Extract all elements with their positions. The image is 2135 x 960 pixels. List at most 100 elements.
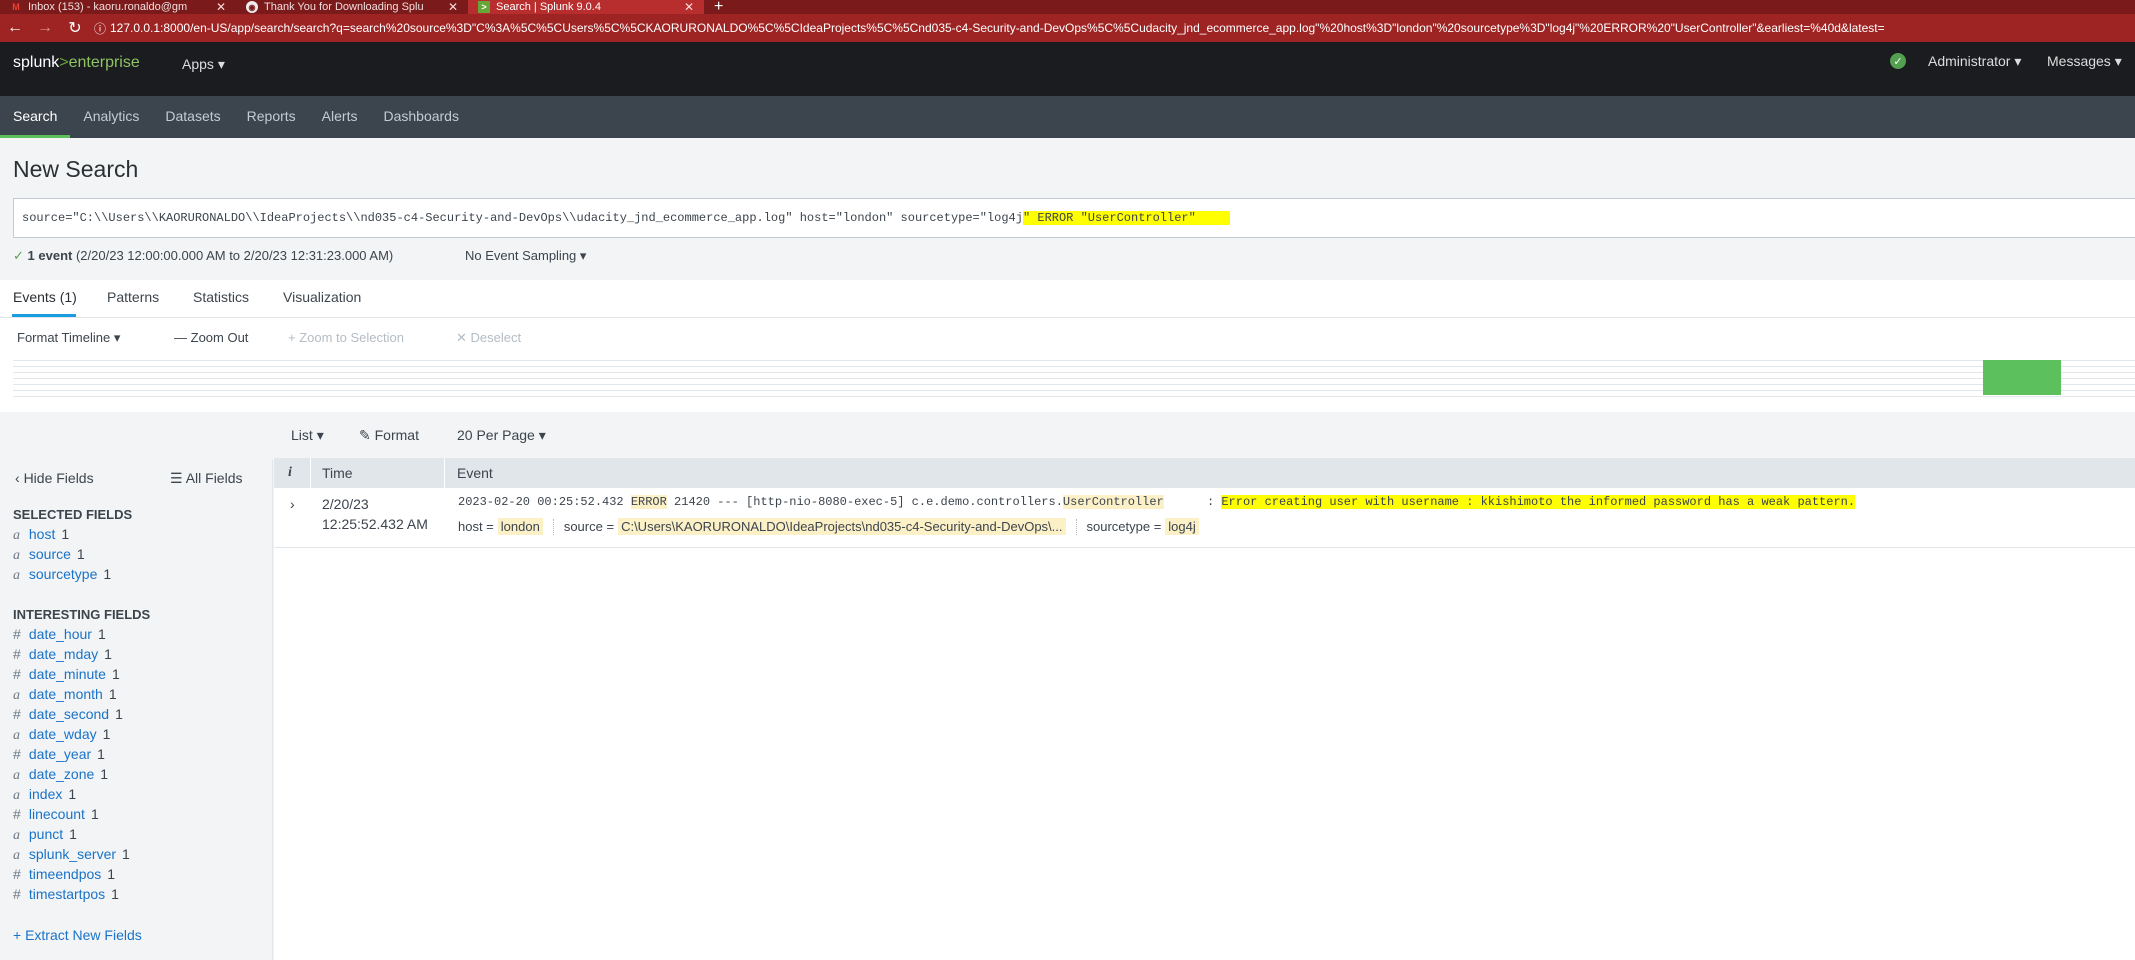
field-name[interactable]: date_hour [29,626,92,642]
field-name[interactable]: date_wday [29,726,97,742]
url-input[interactable]: 127.0.0.1:8000/en-US/app/search/search?q… [110,21,2135,35]
apps-menu[interactable]: Apps ▾ [182,56,225,73]
zoom-out-label: Zoom Out [190,330,249,345]
field-name[interactable]: host [29,526,55,542]
field-row-date_minute[interactable]: # date_minute 1 [13,666,120,682]
numeric-type-icon: # [13,706,21,722]
nav-dashboards[interactable]: Dashboards [370,96,472,138]
raw-controller-keyword[interactable]: UserController [1062,495,1164,509]
results-tabs: Events (1) Patterns Statistics Visualiza… [0,280,2135,318]
sampling-label: No Event Sampling [465,248,577,263]
field-row-date_zone[interactable]: a date_zone 1 [13,766,108,784]
field-name[interactable]: timestartpos [29,886,105,902]
all-fields-button[interactable]: ☰ All Fields [170,470,242,487]
field-name[interactable]: punct [29,826,63,842]
tab-events[interactable]: Events (1) [13,289,77,305]
source-value[interactable]: C:\Users\KAORURONALDO\IdeaProjects\nd035… [618,518,1066,535]
zoom-selection-label: Zoom to Selection [299,330,404,345]
nav-search[interactable]: Search [0,96,71,138]
caret-down-icon: ▾ [2014,53,2022,69]
tab-statistics[interactable]: Statistics [193,289,249,305]
nav-reports[interactable]: Reports [234,96,309,138]
browser-tab-download[interactable]: ◉ Thank You for Downloading Splu ✕ [236,0,468,14]
timeline-bar[interactable] [1983,360,2061,395]
logo-main: splunk [13,54,60,71]
user-menu[interactable]: Administrator ▾ [1928,53,2021,70]
field-row-index[interactable]: a index 1 [13,786,76,804]
field-name[interactable]: date_month [29,686,103,702]
hide-fields-button[interactable]: ‹ Hide Fields [15,470,94,486]
event-clock: 12:25:52.432 AM [322,516,428,532]
field-name[interactable]: date_minute [29,666,106,682]
field-row-date_month[interactable]: a date_month 1 [13,686,117,704]
deselect-button[interactable]: ✕ Deselect [456,330,521,346]
field-name[interactable]: sourcetype [29,566,97,582]
format-button[interactable]: ✎ Format [359,427,419,444]
field-name[interactable]: splunk_server [29,846,116,862]
timeline-chart[interactable] [13,360,2135,398]
nav-analytics[interactable]: Analytics [70,96,152,138]
field-name[interactable]: timeendpos [29,866,101,882]
close-icon[interactable]: ✕ [448,0,458,14]
field-name[interactable]: linecount [29,806,85,822]
field-row-timeendpos[interactable]: # timeendpos 1 [13,866,115,882]
tab-patterns[interactable]: Patterns [107,289,159,305]
zoom-out-button[interactable]: — Zoom Out [174,330,248,345]
list-view-dropdown[interactable]: List ▾ [291,427,324,444]
time-column-header[interactable]: Time [322,458,353,488]
field-row-host[interactable]: a host 1 [13,526,69,544]
field-name[interactable]: index [29,786,62,802]
field-row-date_second[interactable]: # date_second 1 [13,706,123,722]
splunk-logo[interactable]: splunk>enterprise [13,54,140,72]
health-ok-icon[interactable]: ✓ [1890,53,1906,69]
close-icon[interactable]: ✕ [216,0,226,14]
site-info-icon[interactable]: ⓘ [90,20,110,37]
field-count: 1 [90,806,99,822]
field-divider [1075,518,1077,535]
caret-down-icon: ▾ [113,330,121,345]
plus-icon: + [288,330,296,345]
logo-suffix: enterprise [68,54,140,71]
forward-arrow-icon[interactable]: → [30,19,60,37]
nav-alerts[interactable]: Alerts [309,96,371,138]
field-row-date_wday[interactable]: a date_wday 1 [13,726,110,744]
format-timeline-button[interactable]: Format Timeline ▾ [17,330,120,346]
raw-error-keyword[interactable]: ERROR [630,495,667,509]
reload-icon[interactable]: ↻ [60,18,90,38]
field-row-date_year[interactable]: # date_year 1 [13,746,105,762]
host-value[interactable]: london [497,518,543,535]
field-name[interactable]: source [29,546,71,562]
field-row-sourcetype[interactable]: a sourcetype 1 [13,566,111,584]
browser-tab-gmail[interactable]: M Inbox (153) - kaoru.ronaldo@gm ✕ [0,0,236,14]
field-row-punct[interactable]: a punct 1 [13,826,77,844]
field-name[interactable]: date_year [29,746,91,762]
close-icon[interactable]: ✕ [684,0,694,14]
per-page-dropdown[interactable]: 20 Per Page ▾ [457,427,546,444]
nav-datasets[interactable]: Datasets [152,96,233,138]
tab-title: Inbox (153) - kaoru.ronaldo@gm [28,1,188,13]
back-arrow-icon[interactable]: ← [0,19,30,37]
field-count: 1 [115,706,123,722]
field-row-linecount[interactable]: # linecount 1 [13,806,99,822]
expand-chevron-icon[interactable]: › [290,496,295,512]
field-name[interactable]: date_second [29,706,109,722]
event-sampling-dropdown[interactable]: No Event Sampling ▾ [465,248,586,264]
search-query-input[interactable]: source="C:\\Users\\KAORURONALDO\\IdeaPro… [13,198,2135,238]
field-row-date_mday[interactable]: # date_mday 1 [13,646,112,662]
field-row-splunk_server[interactable]: a splunk_server 1 [13,846,130,864]
messages-menu[interactable]: Messages ▾ [2047,53,2122,70]
extract-new-fields-link[interactable]: + Extract New Fields [13,927,142,943]
field-row-date_hour[interactable]: # date_hour 1 [13,626,106,642]
field-name[interactable]: date_mday [29,646,98,662]
zoom-to-selection-button[interactable]: + Zoom to Selection [288,330,404,345]
browser-tab-splunk[interactable]: > Search | Splunk 9.0.4 ✕ [468,0,704,14]
event-count: 1 event [27,248,73,263]
tab-visualization[interactable]: Visualization [283,289,361,305]
field-row-timestartpos[interactable]: # timestartpos 1 [13,886,119,902]
field-name[interactable]: date_zone [29,766,94,782]
x-icon: ✕ [456,330,467,345]
field-count: 1 [68,786,77,802]
event-raw-text[interactable]: 2023-02-20 00:25:52.432 ERROR 21420 --- … [458,495,1856,509]
sourcetype-value[interactable]: log4j [1165,518,1199,535]
field-row-source[interactable]: a source 1 [13,546,85,564]
